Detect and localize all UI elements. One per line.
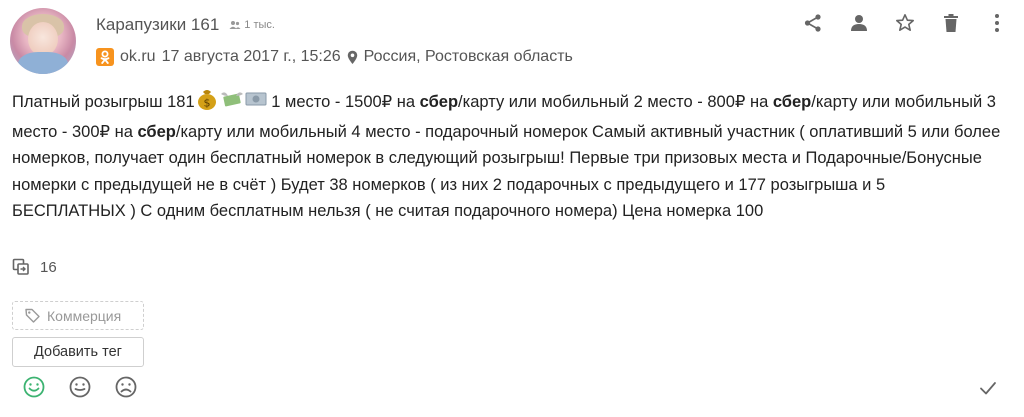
members-label: 1 тыс. (244, 19, 275, 31)
checkmark-icon[interactable] (978, 378, 1000, 400)
share-icon[interactable] (802, 12, 824, 34)
post-actions (802, 12, 1008, 34)
post-location: Россия, Ростовская область (363, 48, 573, 65)
neutral-smiley-icon[interactable] (68, 375, 92, 399)
negative-smiley-icon[interactable] (114, 375, 138, 399)
post-text-part: Платный розыгрыш 181 (12, 93, 195, 111)
money-bag-icon: $ (195, 88, 219, 119)
yen-banknote-icon (245, 88, 267, 119)
add-tag-button[interactable]: Добавить тег (12, 337, 144, 367)
tag-icon (25, 308, 40, 323)
post-text-bold: сбер (419, 93, 459, 111)
location-pin-icon (347, 50, 357, 64)
post-header: Карапузики 161 1 тыс. (96, 15, 275, 35)
star-icon[interactable] (894, 12, 916, 34)
trash-icon[interactable] (940, 12, 962, 34)
post-meta: ok.ru 17 августа 2017 г., 15:26 Россия, … (96, 48, 573, 66)
avatar-face (28, 22, 58, 56)
positive-smiley-icon[interactable] (22, 375, 46, 399)
tag-commerce-label: Коммерция (47, 307, 122, 324)
svg-text:$: $ (203, 97, 210, 110)
author-name[interactable]: Карапузики 161 (96, 15, 219, 35)
post-text-part: /карту или мобильный 2 место - 800₽ на (458, 93, 773, 111)
reactions (22, 375, 138, 399)
avatar-body (18, 52, 68, 74)
repost-count: 16 (40, 258, 57, 276)
post-text-bold: сбер (137, 122, 176, 141)
reposts[interactable]: 16 (12, 258, 57, 276)
more-vertical-icon[interactable] (986, 12, 1008, 34)
group-icon (229, 21, 241, 29)
money-wings-icon (219, 88, 245, 119)
tag-commerce[interactable]: Коммерция (12, 301, 144, 330)
ok-logo-icon (96, 48, 114, 66)
avatar[interactable] (10, 8, 76, 74)
repost-icon (12, 258, 29, 275)
source-link[interactable]: ok.ru (120, 48, 156, 66)
post-text-bold: сбер (772, 93, 812, 111)
post-text: Платный розыгрыш 181 $ 1 место - 1500₽ н… (12, 88, 1002, 225)
members-count: 1 тыс. (229, 19, 275, 31)
post-text-part: 1 место - 1500₽ на (266, 93, 420, 111)
user-icon[interactable] (848, 12, 870, 34)
post-date[interactable]: 17 августа 2017 г., 15:26 (162, 48, 341, 66)
